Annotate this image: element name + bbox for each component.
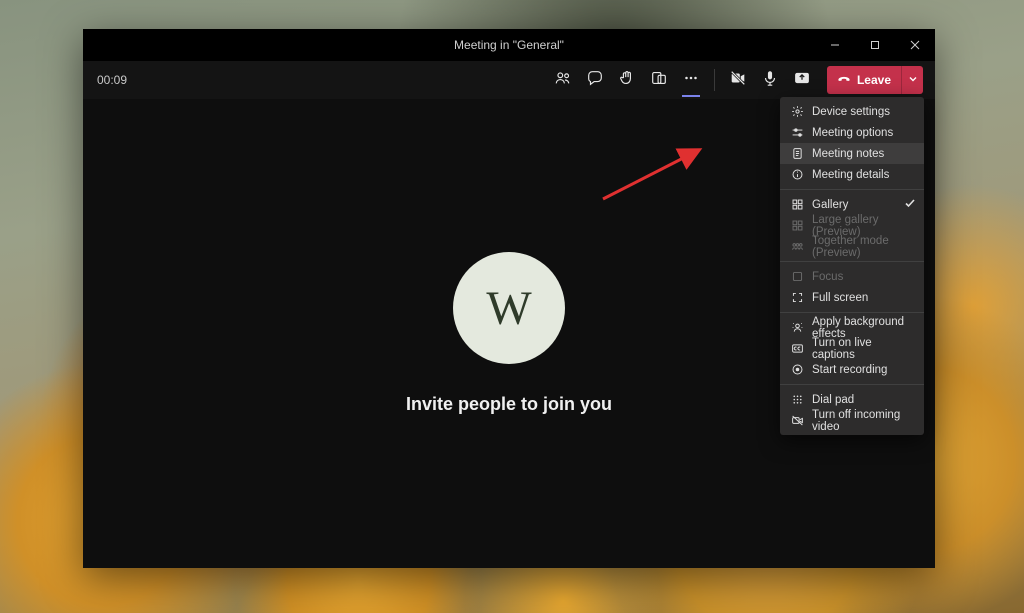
- share-button[interactable]: [787, 65, 817, 95]
- hand-icon: [618, 69, 636, 92]
- raise-hand-button[interactable]: [612, 65, 642, 95]
- menu-item-label: Dial pad: [812, 394, 854, 406]
- video-off-icon: [790, 414, 804, 428]
- breakout-rooms-button[interactable]: [644, 65, 674, 95]
- menu-item-incoming-video-off[interactable]: Turn off incoming video: [780, 410, 924, 431]
- menu-item-meeting-options[interactable]: Meeting options: [780, 122, 924, 143]
- camera-button[interactable]: [723, 65, 753, 95]
- grid-icon: [790, 198, 804, 212]
- record-icon: [790, 363, 804, 377]
- window-title: Meeting in "General": [454, 38, 564, 52]
- menu-item-large-gallery: Large gallery (Preview): [780, 215, 924, 236]
- people-icon: [554, 69, 572, 92]
- leave-options-button[interactable]: [901, 66, 923, 94]
- dialpad-icon: [790, 393, 804, 407]
- close-button[interactable]: [895, 29, 935, 61]
- more-actions-menu: Device settings Meeting options Meeting no…: [780, 97, 924, 435]
- menu-item-label: Device settings: [812, 106, 890, 118]
- sliders-icon: [790, 126, 804, 140]
- leave-button[interactable]: Leave: [827, 66, 901, 94]
- leave-control: Leave: [827, 66, 923, 94]
- participant-avatar: W: [453, 252, 565, 364]
- menu-item-live-captions[interactable]: Turn on live captions: [780, 338, 924, 359]
- grid-icon: [790, 219, 804, 233]
- menu-item-apply-bg[interactable]: Apply background effects: [780, 317, 924, 338]
- check-icon: [904, 197, 916, 212]
- person-bg-icon: [790, 321, 804, 335]
- window-titlebar: Meeting in "General": [83, 29, 935, 61]
- menu-item-together-mode: Together mode (Preview): [780, 236, 924, 257]
- menu-item-label: Turn off incoming video: [812, 409, 914, 433]
- maximize-button[interactable]: [855, 29, 895, 61]
- people-row-icon: [790, 240, 804, 254]
- meeting-window: Meeting in "General" 00:09: [83, 29, 935, 568]
- menu-item-label: Full screen: [812, 292, 868, 304]
- menu-item-dial-pad[interactable]: Dial pad: [780, 389, 924, 410]
- menu-item-device-settings[interactable]: Device settings: [780, 101, 924, 122]
- cc-icon: [790, 342, 804, 356]
- fullscreen-icon: [790, 291, 804, 305]
- menu-item-label: Turn on live captions: [812, 337, 914, 361]
- meeting-timer: 00:09: [97, 73, 127, 87]
- invite-text: Invite people to join you: [406, 394, 612, 415]
- menu-item-label: Start recording: [812, 364, 887, 376]
- menu-item-label: Meeting details: [812, 169, 889, 181]
- chevron-down-icon: [908, 71, 918, 89]
- menu-item-label: Gallery: [812, 199, 848, 211]
- hangup-icon: [837, 72, 851, 89]
- minimize-button[interactable]: [815, 29, 855, 61]
- show-participants-button[interactable]: [548, 65, 578, 95]
- gear-icon: [790, 105, 804, 119]
- meeting-toolbar: 00:09: [83, 61, 935, 99]
- chat-icon: [586, 69, 604, 92]
- notes-icon: [790, 147, 804, 161]
- more-actions-button[interactable]: [676, 65, 706, 95]
- leave-label: Leave: [857, 73, 891, 87]
- menu-separator: [780, 384, 924, 385]
- menu-item-gallery[interactable]: Gallery: [780, 194, 924, 215]
- toolbar-divider: [714, 69, 715, 91]
- camera-off-icon: [729, 69, 747, 92]
- menu-separator: [780, 189, 924, 190]
- menu-separator: [780, 312, 924, 313]
- menu-item-label: Meeting options: [812, 127, 893, 139]
- window-controls: [815, 29, 935, 61]
- menu-item-start-recording[interactable]: Start recording: [780, 359, 924, 380]
- rooms-icon: [650, 69, 668, 92]
- menu-item-label: Focus: [812, 271, 843, 283]
- menu-item-label: Meeting notes: [812, 148, 884, 160]
- mic-icon: [761, 69, 779, 92]
- avatar-initial: W: [486, 281, 531, 336]
- info-icon: [790, 168, 804, 182]
- menu-item-focus: Focus: [780, 266, 924, 287]
- mic-button[interactable]: [755, 65, 785, 95]
- menu-item-meeting-details[interactable]: Meeting details: [780, 164, 924, 185]
- menu-separator: [780, 261, 924, 262]
- show-conversation-button[interactable]: [580, 65, 610, 95]
- square-icon: [790, 270, 804, 284]
- more-icon: [682, 69, 700, 92]
- menu-item-label: Together mode (Preview): [812, 235, 914, 259]
- share-icon: [793, 69, 811, 92]
- menu-item-meeting-notes[interactable]: Meeting notes: [780, 143, 924, 164]
- menu-item-full-screen[interactable]: Full screen: [780, 287, 924, 308]
